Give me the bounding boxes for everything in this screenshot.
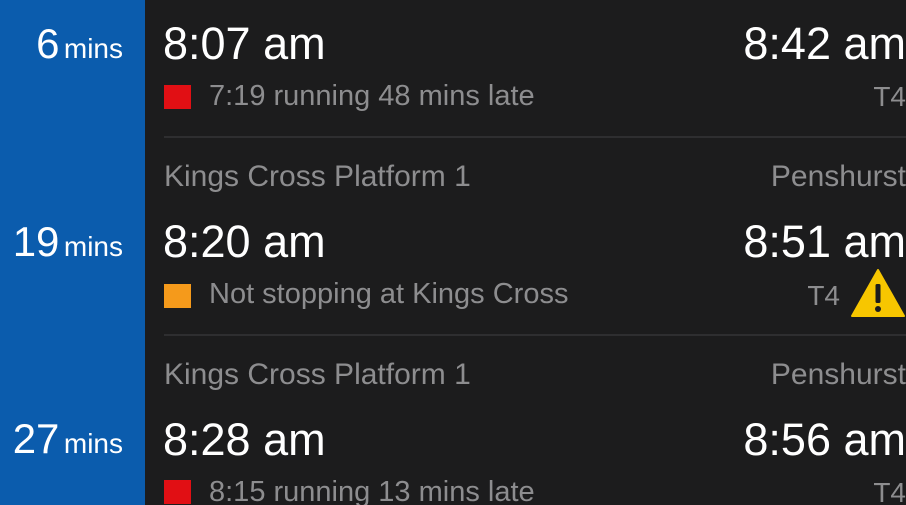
arrival-time: 8:42 am bbox=[743, 18, 906, 69]
line-badge: T4 bbox=[873, 477, 906, 505]
status-indicator-icon bbox=[164, 284, 191, 308]
arrival-time: 8:56 am bbox=[743, 414, 906, 465]
status-text: Not stopping at Kings Cross bbox=[209, 278, 569, 310]
countdown-trip-2: 19 mins bbox=[13, 218, 123, 266]
countdown-minutes: 27 bbox=[12, 415, 60, 462]
platform-label: Kings Cross Platform 1 bbox=[164, 358, 471, 391]
trip-row-3[interactable]: Kings Cross Platform 1 Penshurst 8:28 am… bbox=[145, 336, 906, 505]
trip-results-screen: 6 mins 19 mins 27 mins 8:07 am 8:42 am 7… bbox=[0, 0, 906, 505]
destination-label: Penshurst bbox=[770, 358, 906, 391]
countdown-unit: mins bbox=[63, 33, 123, 64]
trip-row-1[interactable]: 8:07 am 8:42 am 7:19 running 48 mins lat… bbox=[145, 0, 906, 137]
countdown-trip-3: 27 mins bbox=[13, 415, 123, 463]
status-indicator-icon bbox=[164, 85, 191, 109]
status-indicator-icon bbox=[164, 480, 191, 504]
countdown-minutes: 19 bbox=[12, 218, 60, 265]
trip-row-2[interactable]: Kings Cross Platform 1 Penshurst 8:20 am… bbox=[145, 138, 906, 335]
status-text: 8:15 running 13 mins late bbox=[209, 476, 535, 505]
status-text: 7:19 running 48 mins late bbox=[209, 80, 535, 112]
departure-time: 8:07 am bbox=[163, 18, 326, 69]
countdown-minutes: 6 bbox=[36, 20, 60, 67]
trip-list: 8:07 am 8:42 am 7:19 running 48 mins lat… bbox=[145, 0, 906, 505]
countdown-unit: mins bbox=[63, 428, 123, 459]
departure-time: 8:20 am bbox=[163, 216, 326, 267]
countdown-trip-1: 6 mins bbox=[36, 20, 123, 68]
arrival-time: 8:51 am bbox=[743, 216, 906, 267]
destination-label: Penshurst bbox=[770, 160, 906, 193]
departure-time: 8:28 am bbox=[163, 414, 326, 465]
countdown-unit: mins bbox=[63, 231, 123, 262]
warning-triangle-icon[interactable] bbox=[850, 268, 906, 318]
countdown-column: 6 mins 19 mins 27 mins bbox=[0, 0, 145, 505]
line-badge: T4 bbox=[807, 280, 840, 311]
platform-label: Kings Cross Platform 1 bbox=[164, 160, 471, 193]
line-badge: T4 bbox=[873, 81, 906, 112]
